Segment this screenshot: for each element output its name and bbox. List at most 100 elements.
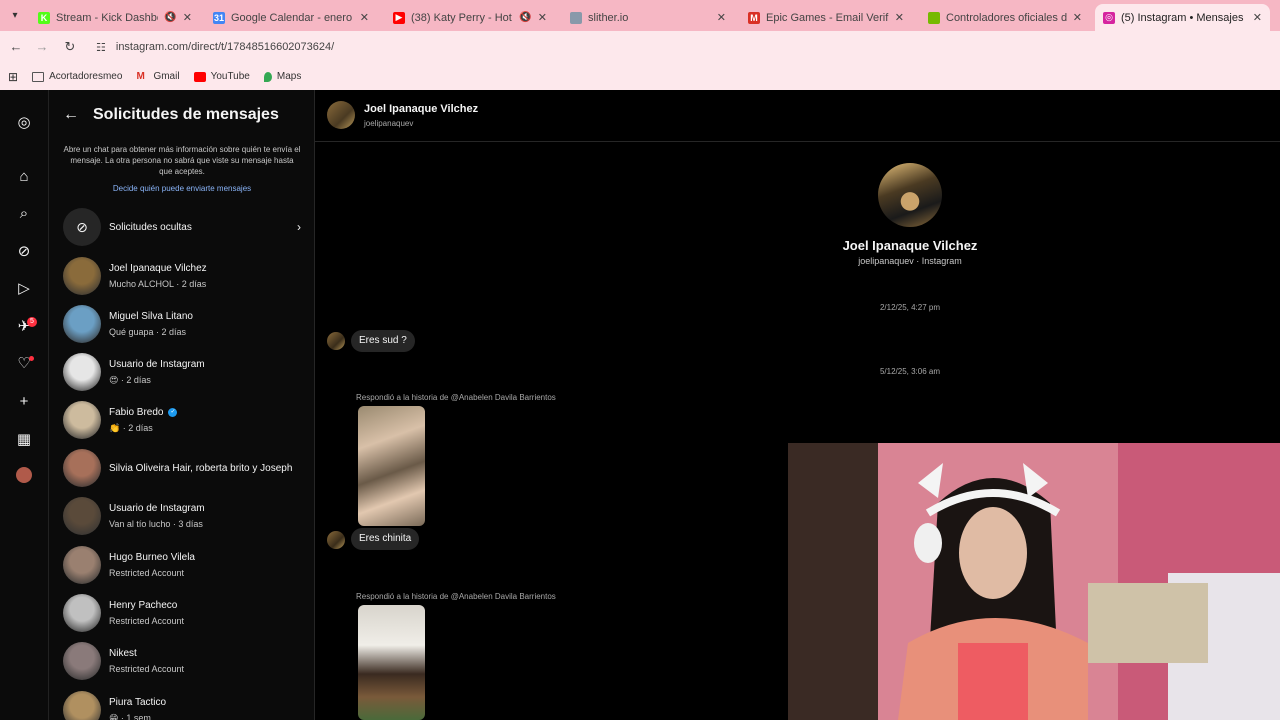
browser-tab[interactable]: ▶ (38) Katy Perry - Hot N Col 🔇 ✕ bbox=[385, 4, 555, 31]
request-preview: Mucho ALCHOL · 2 días bbox=[109, 279, 207, 289]
message-request-row[interactable]: Usuario de Instagram 😍 · 2 días bbox=[63, 352, 301, 392]
request-text: Nikest Restricted Account bbox=[109, 648, 184, 674]
browser-tab[interactable]: Controladores oficiales de GeFo ✕ bbox=[920, 4, 1090, 31]
tab-close-icon[interactable]: ✕ bbox=[538, 11, 547, 24]
request-preview: 😍 · 2 días bbox=[109, 374, 151, 385]
message-request-row[interactable]: Hugo Burneo Vilela Restricted Account bbox=[63, 545, 301, 585]
request-text: Fabio Bredo ✓ 👏 · 2 días bbox=[109, 407, 178, 434]
request-text: Usuario de Instagram Van al tío lucho · 3… bbox=[109, 503, 205, 529]
message-requests-panel: ← Solicitudes de mensajes Abre un chat p… bbox=[49, 90, 315, 720]
request-name: Joel Ipanaque Vilchez bbox=[109, 263, 207, 274]
conversation-header[interactable]: Joel Ipanaque Vilchez joelipanaquev bbox=[315, 90, 1280, 142]
avatar bbox=[63, 497, 101, 535]
tab-search-chevron-icon[interactable]: ▾ bbox=[6, 7, 24, 25]
dashboard-icon[interactable]: ▦ bbox=[14, 430, 34, 450]
request-name: Nikest bbox=[109, 648, 137, 659]
request-text: Silvia Oliveira Hair, roberta brito y Jo… bbox=[109, 463, 292, 474]
tab-favicon-icon: 31 bbox=[213, 11, 225, 24]
site-settings-icon[interactable]: ☷ bbox=[96, 41, 106, 54]
avatar bbox=[63, 305, 101, 343]
tab-mute-icon[interactable]: 🔇 bbox=[519, 12, 531, 23]
youtube-icon bbox=[193, 71, 206, 82]
request-name: Usuario de Instagram bbox=[109, 503, 205, 514]
page-title: Solicitudes de mensajes bbox=[93, 106, 279, 123]
request-text: Hugo Burneo Vilela Restricted Account bbox=[109, 552, 195, 578]
profile-avatar[interactable] bbox=[14, 467, 34, 487]
bookmark-acortadoresmeo[interactable]: Acortadoresmeo bbox=[32, 71, 122, 82]
maps-icon bbox=[263, 71, 272, 82]
tab-mute-icon[interactable]: 🔇 bbox=[164, 12, 176, 23]
tab-close-icon[interactable]: ✕ bbox=[1073, 11, 1082, 24]
request-name: Hugo Burneo Vilela bbox=[109, 552, 195, 563]
message-request-row[interactable]: Joel Ipanaque Vilchez Mucho ALCHOL · 2 dí… bbox=[63, 256, 301, 296]
message-request-row[interactable]: Usuario de Instagram Van al tío lucho · 3… bbox=[63, 496, 301, 536]
message-bubble[interactable]: Eres sud ? bbox=[351, 330, 415, 352]
message-request-row[interactable]: Silvia Oliveira Hair, roberta brito y Jo… bbox=[63, 448, 301, 488]
bookmark-maps[interactable]: Maps bbox=[263, 71, 302, 82]
verified-badge-icon: ✓ bbox=[168, 407, 178, 417]
avatar bbox=[63, 257, 101, 295]
bookmark-gmail[interactable]: M Gmail bbox=[136, 71, 179, 82]
request-text: Piura Tactico 😁 · 1 sem bbox=[109, 697, 166, 720]
request-name-row: Henry Pacheco bbox=[109, 600, 184, 611]
explore-icon[interactable]: ⊘ bbox=[14, 242, 34, 262]
forward-arrow-icon[interactable]: → bbox=[34, 39, 50, 55]
instagram-logo-icon[interactable]: ◎ bbox=[14, 113, 34, 133]
tab-favicon-icon: M bbox=[748, 11, 760, 24]
bookmark-youtube[interactable]: YouTube bbox=[193, 71, 250, 82]
sender-avatar[interactable] bbox=[327, 531, 345, 549]
back-arrow-icon[interactable]: ← bbox=[8, 39, 24, 55]
folder-icon bbox=[32, 71, 45, 82]
story-reply-label: Respondió a la historia de @Anabelen Dav… bbox=[356, 592, 556, 601]
tab-title: Controladores oficiales de GeFo bbox=[946, 11, 1067, 24]
request-preview: Restricted Account bbox=[109, 664, 185, 674]
search-icon[interactable]: ⌕ bbox=[14, 204, 34, 224]
hidden-requests-row[interactable]: ⊘ Solicitudes ocultas › bbox=[63, 208, 301, 246]
message-request-row[interactable]: Miguel Silva Litano Qué guapa · 2 días bbox=[63, 304, 301, 344]
request-preview: Restricted Account bbox=[109, 616, 185, 626]
tab-close-icon[interactable]: ✕ bbox=[895, 11, 904, 24]
tab-close-icon[interactable]: ✕ bbox=[360, 11, 369, 24]
home-icon[interactable]: ⌂ bbox=[14, 167, 34, 187]
reels-icon[interactable]: ▷ bbox=[14, 279, 34, 299]
message-request-row[interactable]: Nikest Restricted Account bbox=[63, 641, 301, 681]
browser-tab[interactable]: 31 Google Calendar - enero de 20 ✕ bbox=[205, 4, 377, 31]
tab-title: Epic Games - Email Verification bbox=[766, 11, 889, 24]
browser-tab[interactable]: K Stream - Kick Dashboard 🔇 ✕ bbox=[30, 4, 200, 31]
story-thumbnail[interactable] bbox=[358, 605, 425, 720]
browser-toolbar: ← → ↻ ☷ instagram.com/direct/t/178485166… bbox=[0, 31, 1280, 63]
browser-tab[interactable]: M Epic Games - Email Verification ✕ bbox=[740, 4, 912, 31]
tab-close-icon[interactable]: ✕ bbox=[1253, 11, 1262, 24]
tab-close-icon[interactable]: ✕ bbox=[717, 11, 726, 24]
request-name-row: Usuario de Instagram bbox=[109, 503, 205, 514]
back-arrow-icon[interactable]: ← bbox=[63, 106, 79, 124]
request-name-row: Nikest bbox=[109, 648, 184, 659]
reload-icon[interactable]: ↻ bbox=[62, 39, 78, 55]
browser-tab[interactable]: ◎ (5) Instagram • Mensajes ✕ bbox=[1095, 4, 1270, 31]
message-request-row[interactable]: Fabio Bredo ✓ 👏 · 2 días bbox=[63, 400, 301, 440]
message-request-row[interactable]: Henry Pacheco Restricted Account bbox=[63, 593, 301, 633]
bookmark-label: Maps bbox=[276, 71, 302, 82]
create-plus-icon[interactable]: + bbox=[14, 392, 34, 412]
profile-avatar-large[interactable] bbox=[878, 163, 942, 227]
avatar bbox=[63, 594, 101, 632]
notification-dot bbox=[29, 356, 34, 361]
contact-avatar[interactable] bbox=[327, 101, 355, 129]
tab-title: slither.io bbox=[588, 11, 629, 24]
tab-close-icon[interactable]: ✕ bbox=[183, 11, 192, 24]
message-request-row[interactable]: Piura Tactico 😁 · 1 sem bbox=[63, 690, 301, 720]
address-bar[interactable]: ☷ instagram.com/direct/t/178485166020736… bbox=[88, 35, 1268, 59]
message-bubble[interactable]: Eres chinita bbox=[351, 528, 420, 550]
request-name-row: Hugo Burneo Vilela bbox=[109, 552, 195, 563]
request-text: Usuario de Instagram 😍 · 2 días bbox=[109, 359, 205, 386]
apps-grid-icon[interactable]: ⊞ bbox=[8, 70, 18, 84]
who-can-message-link[interactable]: Decide quién puede enviarte mensajes bbox=[63, 184, 301, 193]
request-name-row: Piura Tactico bbox=[109, 697, 166, 708]
message-timestamp: 2/12/25, 4:27 pm bbox=[879, 303, 941, 312]
story-thumbnail[interactable] bbox=[358, 406, 425, 526]
request-name-row: Joel Ipanaque Vilchez bbox=[109, 263, 207, 274]
profile-name: Joel Ipanaque Vilchez bbox=[842, 238, 978, 253]
requests-description: Abre un chat para obtener más informació… bbox=[63, 145, 301, 176]
sender-avatar[interactable] bbox=[327, 332, 345, 350]
browser-tab[interactable]: slither.io ✕ bbox=[562, 4, 734, 31]
